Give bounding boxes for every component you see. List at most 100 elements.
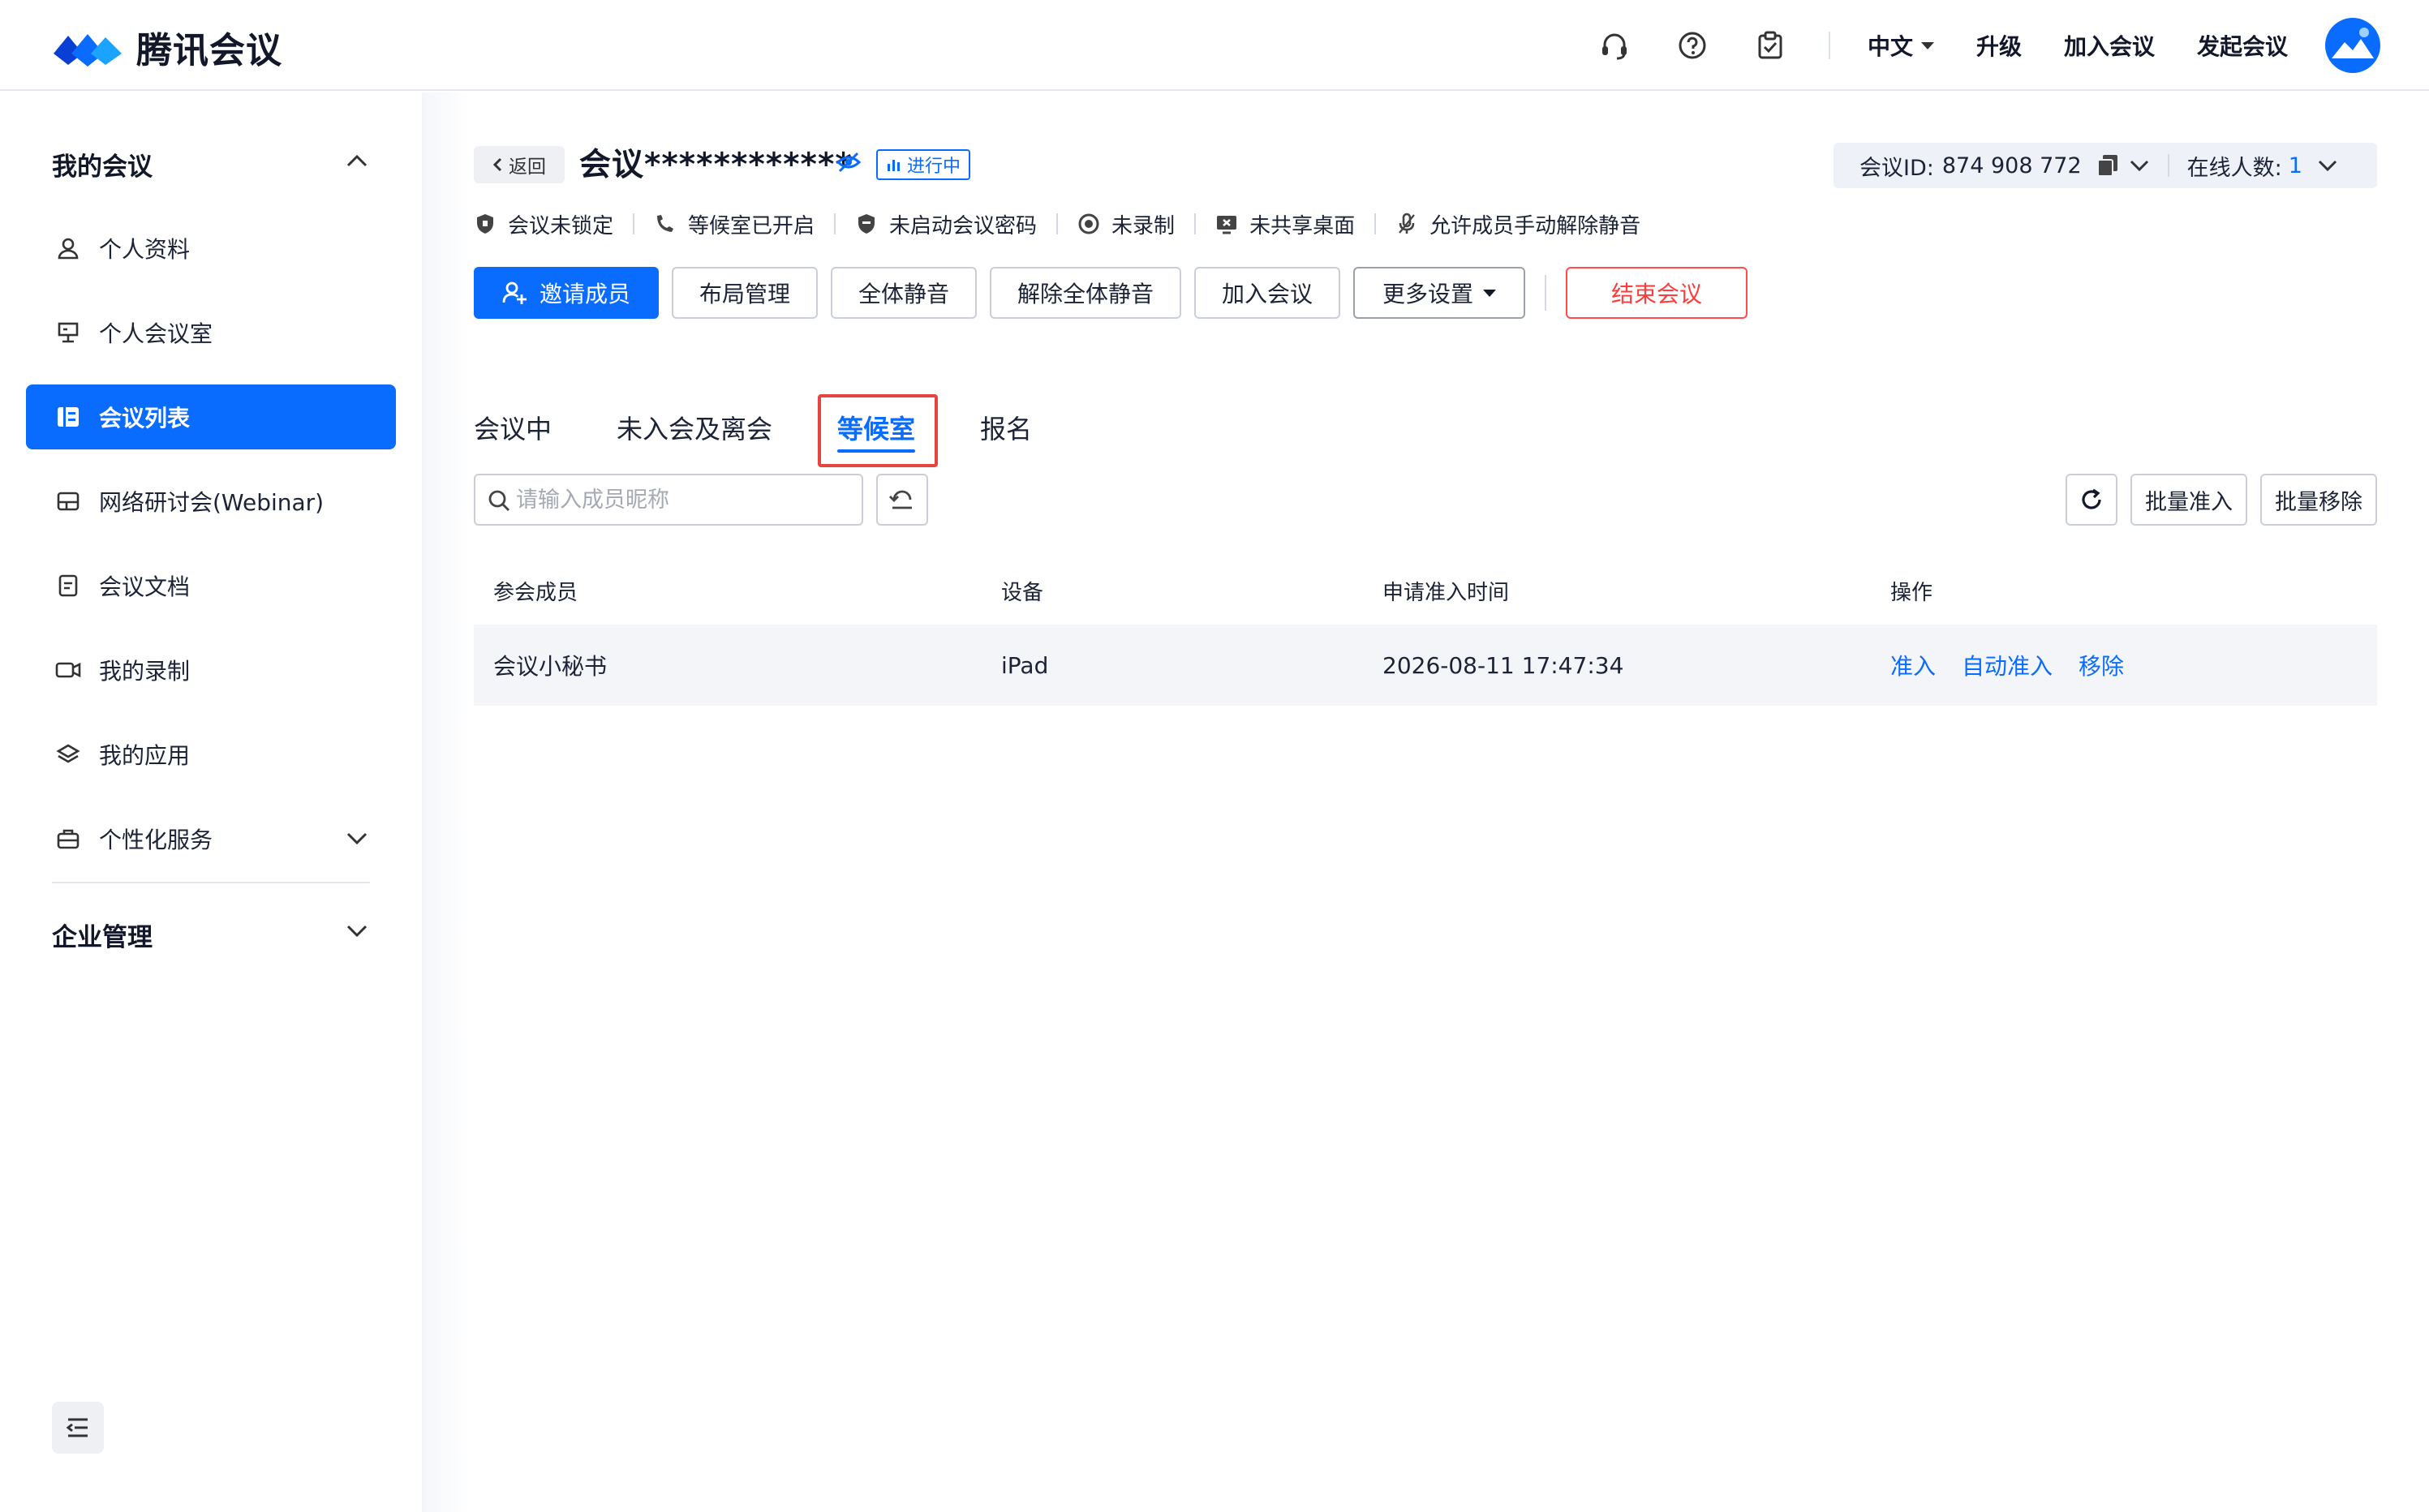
batch-remove-button[interactable]: 批量移除 — [2260, 474, 2377, 526]
status-record: 未录制 — [1077, 209, 1175, 239]
tab-registration[interactable]: 报名 — [980, 394, 1032, 467]
invite-members-button[interactable]: 邀请成员 — [474, 267, 659, 319]
sidebar-item-label: 会议文档 — [99, 573, 191, 600]
sidebar-item-documents[interactable]: 会议文档 — [26, 553, 396, 618]
sidebar-item-label: 我的录制 — [99, 658, 191, 685]
meeting-id-box: 会议ID: 874 908 772 在线人数: 1 — [1834, 143, 2377, 188]
chevron-down-icon[interactable] — [341, 823, 373, 855]
status-record-label: 未录制 — [1111, 213, 1176, 238]
auto-admit-link[interactable]: 自动准入 — [1962, 649, 2053, 681]
main-panel: 返回 会议************ 进行中 会议ID: 874 908 772 … — [422, 92, 2429, 1512]
sidebar: 我的会议 个人资料 个人会议室 会议列表 网络研讨会(Webinar) 会议文档… — [0, 92, 422, 1512]
sidebar-item-label: 个人会议室 — [99, 320, 213, 347]
video-icon — [54, 655, 83, 685]
more-settings-label: 更多设置 — [1382, 281, 1473, 307]
cell-device: iPad — [1001, 651, 1049, 679]
sidebar-item-profile[interactable]: 个人资料 — [26, 216, 396, 281]
meeting-id-label: 会议ID: — [1859, 155, 1934, 181]
status-lock: 会议未锁定 — [474, 209, 613, 239]
reset-search-button[interactable] — [876, 474, 928, 526]
caret-down-icon — [1920, 41, 1934, 49]
refresh-button[interactable] — [2066, 474, 2117, 526]
status-divider — [633, 213, 635, 234]
status-waiting-room: 等候室已开启 — [654, 209, 815, 239]
column-header-device: 设备 — [1001, 580, 1044, 605]
mic-icon — [1395, 213, 1418, 235]
chevron-down-icon[interactable] — [341, 915, 373, 947]
chevron-down-icon[interactable] — [2317, 159, 2338, 172]
shield-icon — [474, 213, 497, 235]
join-meeting-button[interactable]: 加入会议 — [1194, 267, 1340, 319]
status-badge-label: 进行中 — [907, 157, 961, 177]
language-label: 中文 — [1867, 33, 1913, 60]
eye-off-icon[interactable] — [836, 149, 862, 175]
clipboard-check-icon[interactable] — [1752, 28, 1788, 63]
undo-icon — [889, 490, 912, 509]
sidebar-item-label: 会议列表 — [99, 405, 191, 432]
search-input[interactable] — [516, 487, 840, 513]
tab-not-joined-left[interactable]: 未入会及离会 — [617, 394, 772, 467]
chevron-down-icon[interactable] — [2129, 159, 2150, 172]
sidebar-item-personal-room[interactable]: 个人会议室 — [26, 300, 396, 365]
mute-all-button[interactable]: 全体静音 — [831, 267, 977, 319]
bar-chart-icon — [888, 160, 900, 171]
app-name: 腾讯会议 — [136, 30, 282, 71]
id-box-divider — [2167, 154, 2169, 177]
join-meeting-link[interactable]: 加入会议 — [2064, 29, 2155, 62]
headset-icon[interactable] — [1597, 28, 1632, 63]
status-divider — [1374, 213, 1377, 234]
chevron-up-icon[interactable] — [341, 144, 373, 177]
copy-icon[interactable] — [2096, 153, 2119, 178]
remove-link[interactable]: 移除 — [2079, 649, 2124, 681]
user-icon — [54, 234, 83, 263]
status-lock-label: 会议未锁定 — [508, 213, 614, 238]
add-user-icon — [502, 281, 527, 304]
shield-lock-icon — [855, 213, 878, 235]
batch-admit-button[interactable]: 批量准入 — [2130, 474, 2247, 526]
end-meeting-button[interactable]: 结束会议 — [1566, 267, 1748, 319]
webinar-icon — [54, 487, 83, 516]
sidebar-group-enterprise[interactable]: 企业管理 — [52, 917, 153, 953]
back-label: 返回 — [509, 157, 546, 178]
avatar[interactable] — [2325, 18, 2380, 73]
caret-down-icon — [1483, 289, 1496, 297]
invite-members-label: 邀请成员 — [539, 281, 630, 307]
back-button[interactable]: 返回 — [474, 146, 565, 183]
waiting-room-table: 参会成员 设备 申请准入时间 操作 会议小秘书 iPad 2026-08-11 … — [474, 556, 2377, 706]
collapse-menu-icon — [66, 1418, 88, 1437]
more-settings-button[interactable]: 更多设置 — [1353, 267, 1525, 319]
layers-icon — [54, 740, 83, 769]
avatar-mountain-icon — [2332, 28, 2374, 58]
status-divider — [1056, 213, 1059, 234]
unmute-all-button[interactable]: 解除全体静音 — [990, 267, 1181, 319]
help-icon[interactable] — [1675, 28, 1710, 63]
sidebar-item-webinar[interactable]: 网络研讨会(Webinar) — [26, 469, 396, 534]
sidebar-group-my-meetings[interactable]: 我的会议 — [52, 146, 153, 183]
status-unmute-label: 允许成员手动解除静音 — [1429, 213, 1641, 238]
status-badge: 进行中 — [876, 149, 971, 180]
online-count-value[interactable]: 1 — [2289, 153, 2302, 178]
list-icon — [54, 402, 83, 432]
admit-link[interactable]: 准入 — [1890, 649, 1936, 681]
upgrade-link[interactable]: 升级 — [1976, 29, 2022, 62]
collapse-sidebar-button[interactable] — [52, 1402, 104, 1454]
top-bar: 腾讯会议 中文 升级 加入会议 发起会议 — [0, 0, 2429, 91]
screen-share-off-icon — [1215, 213, 1238, 235]
member-tabs: 会议中 未入会及离会 等候室 报名 — [474, 394, 1097, 467]
sidebar-item-label: 网络研讨会(Webinar) — [99, 489, 325, 516]
sidebar-item-label: 我的应用 — [99, 742, 191, 769]
sidebar-item-apps[interactable]: 我的应用 — [26, 722, 396, 787]
tab-waiting-room[interactable]: 等候室 — [818, 394, 939, 467]
layout-management-button[interactable]: 布局管理 — [672, 267, 818, 319]
meeting-title: 会议************ — [579, 147, 853, 183]
status-screen-share-label: 未共享桌面 — [1249, 213, 1356, 238]
app-logo[interactable]: 腾讯会议 — [50, 21, 282, 73]
language-select[interactable]: 中文 — [1868, 29, 1934, 62]
start-meeting-link[interactable]: 发起会议 — [2197, 29, 2288, 62]
sidebar-item-recordings[interactable]: 我的录制 — [26, 638, 396, 702]
cell-actions: 准入 自动准入 移除 — [1871, 649, 2377, 681]
tab-in-meeting[interactable]: 会议中 — [474, 394, 552, 467]
meeting-actions: 邀请成员 布局管理 全体静音 解除全体静音 加入会议 更多设置 结束会议 — [474, 266, 1760, 320]
sidebar-item-meeting-list[interactable]: 会议列表 — [26, 384, 396, 449]
status-screen-share: 未共享桌面 — [1215, 209, 1355, 239]
